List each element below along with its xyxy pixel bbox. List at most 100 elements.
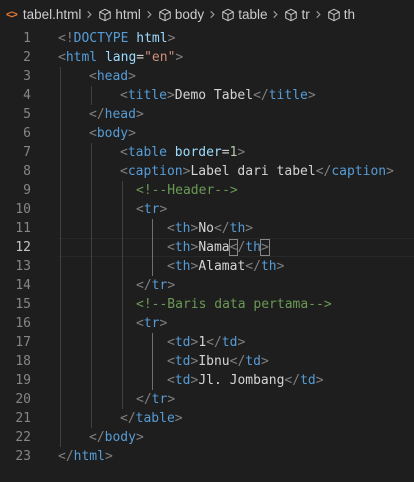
breadcrumb-item-th[interactable]: th: [327, 7, 355, 22]
indent-guide: [122, 276, 123, 295]
code-line[interactable]: 4 <title>Demo Tabel</title>: [0, 86, 414, 105]
code-token: >: [104, 449, 113, 464]
code-token: html: [65, 50, 98, 65]
code-token: </: [253, 88, 269, 103]
code-token: <: [120, 88, 128, 103]
code-line[interactable]: 9 <!--Header-->: [0, 181, 414, 200]
code-token: body: [104, 430, 136, 445]
code-token: th: [174, 259, 191, 274]
code-line[interactable]: 19 <td>Jl. Jombang</td>: [0, 371, 414, 390]
indent-guide: [60, 200, 61, 219]
indent-guide: [122, 390, 123, 409]
code-line[interactable]: 10 <tr>: [0, 200, 414, 219]
code-line[interactable]: 17 <td>1</td>: [0, 333, 414, 352]
code-token: title: [127, 88, 167, 103]
code-line[interactable]: 14 </tr>: [0, 276, 414, 295]
breadcrumb-item-tr[interactable]: tr: [284, 7, 310, 22]
indent-guide: [152, 371, 153, 390]
indent-guide: [60, 67, 61, 86]
breadcrumb-file[interactable]: <> tabel.html: [6, 7, 81, 22]
symbol-element-icon: [327, 8, 341, 22]
indent-guide: [122, 257, 123, 276]
indent-guide: [60, 257, 61, 276]
line-number: 18: [15, 354, 31, 369]
code-line[interactable]: 16 <tr>: [0, 314, 414, 333]
code-token: td: [174, 373, 191, 388]
breadcrumb-item-label: tr: [301, 7, 310, 22]
line-number: 23: [15, 449, 31, 464]
indent-guide: [91, 295, 92, 314]
code-token: Jl. Jombang: [198, 373, 285, 388]
indent-guide: [91, 143, 92, 162]
symbol-element-icon: [158, 8, 172, 22]
code-token: td: [221, 335, 238, 350]
code-line[interactable]: 11 <th>No</th>: [0, 219, 414, 238]
code-token: <!--Header-->: [136, 183, 238, 198]
indent-guide: [60, 333, 61, 352]
code-line[interactable]: 1 <!DOCTYPE html>: [0, 29, 414, 48]
indent-guide: [60, 352, 61, 371]
chevron-right-icon: [314, 10, 323, 19]
code-token: </: [136, 392, 152, 407]
breadcrumb-item-html[interactable]: html: [98, 7, 141, 22]
code-line[interactable]: 6 <body>: [0, 124, 414, 143]
breadcrumb-item-table[interactable]: table: [221, 7, 267, 22]
code-line[interactable]: 12 <th>Nama</th>: [0, 238, 414, 257]
indent-guide: [60, 371, 61, 390]
line-number: 9: [23, 183, 31, 198]
code-token: >: [135, 430, 144, 445]
code-text: <body>: [89, 124, 136, 143]
breadcrumb: <> tabel.html html body table tr th: [0, 0, 414, 29]
code-token: >: [260, 354, 269, 369]
code-line[interactable]: 5 </head>: [0, 105, 414, 124]
indent-guide: [60, 428, 61, 447]
code-editor[interactable]: 1 <!DOCTYPE html> 2 <html lang="en"> 3 <head>…: [0, 29, 414, 466]
code-token: <: [58, 50, 66, 65]
code-text: <caption>Label dari tabel</caption>: [120, 162, 394, 181]
code-token: >: [245, 221, 254, 236]
code-token: >: [128, 126, 136, 141]
indent-guide: [91, 390, 92, 409]
indent-guide: [60, 143, 61, 162]
chevron-right-icon: [145, 10, 154, 19]
code-line[interactable]: 23 </html>: [0, 447, 414, 466]
code-text: <td>Jl. Jombang</td>: [167, 371, 324, 390]
code-token: >: [159, 316, 168, 331]
code-line[interactable]: 21 </table>: [0, 409, 414, 428]
code-line[interactable]: 15 <!--Baris data pertama-->: [0, 295, 414, 314]
indent-guide: [60, 105, 61, 124]
indent-guide: [60, 276, 61, 295]
code-line[interactable]: 2 <html lang="en">: [0, 48, 414, 67]
code-line[interactable]: 18 <td>Ibnu</td>: [0, 352, 414, 371]
code-text: <!--Baris data pertama-->: [136, 295, 332, 314]
breadcrumb-item-body[interactable]: body: [158, 7, 204, 22]
code-token: </: [89, 430, 105, 445]
symbol-element-icon: [98, 8, 112, 22]
line-number: 21: [15, 411, 31, 426]
code-token: </: [284, 373, 301, 388]
code-line[interactable]: 7 <table border=1>: [0, 143, 414, 162]
indent-guide: [91, 238, 92, 257]
code-token: tr: [143, 316, 160, 331]
code-line[interactable]: 8 <caption>Label dari tabel</caption>: [0, 162, 414, 181]
code-text: <td>1</td>: [167, 333, 245, 352]
code-text: </head>: [89, 105, 144, 124]
code-token: <: [120, 145, 128, 160]
code-token: >: [276, 259, 285, 274]
code-token: </: [245, 259, 261, 274]
code-token: <: [136, 316, 144, 331]
indent-guide: [122, 181, 123, 200]
code-line[interactable]: 20 </tr>: [0, 390, 414, 409]
code-text: </html>: [58, 447, 113, 466]
code-token: td: [245, 354, 261, 369]
code-token: th: [174, 221, 191, 236]
code-line[interactable]: 22 </body>: [0, 428, 414, 447]
code-token: </: [58, 449, 74, 464]
code-line[interactable]: 3 <head>: [0, 67, 414, 86]
indent-guide: [91, 219, 92, 238]
code-token: Demo Tabel: [174, 88, 254, 103]
code-line[interactable]: 13 <th>Alamat</th>: [0, 257, 414, 276]
code-token: <!: [58, 31, 74, 46]
